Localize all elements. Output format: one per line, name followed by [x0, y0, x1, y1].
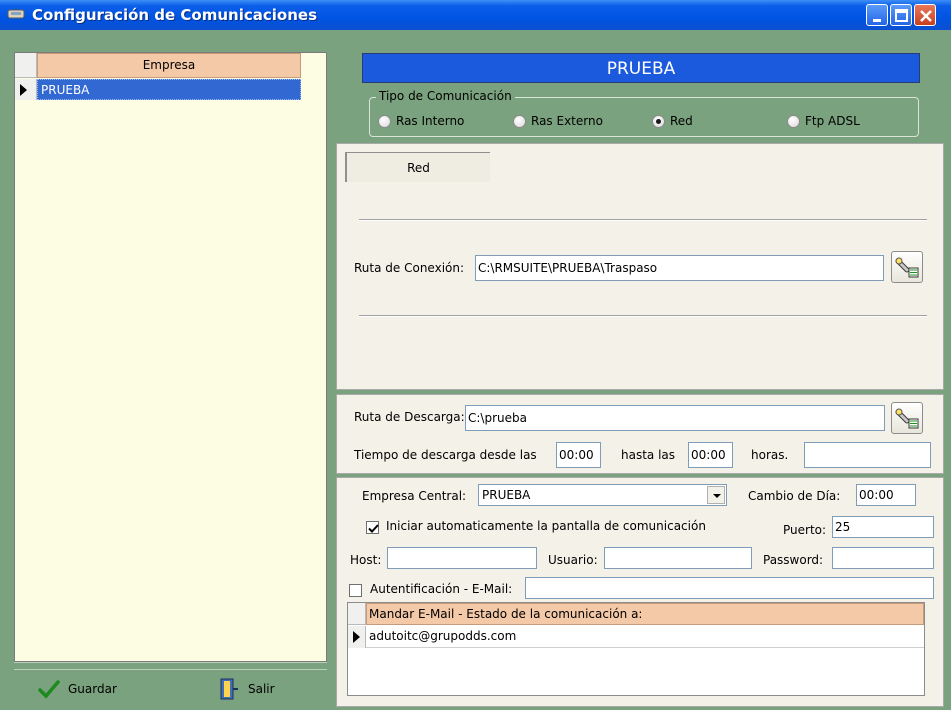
close-button[interactable] [914, 4, 936, 26]
maximize-icon [895, 9, 908, 22]
auth-email-label: Autentificación - E-Mail: [370, 582, 513, 596]
save-button-label: Guardar [68, 682, 117, 696]
radio-ftp-adsl[interactable]: Ftp ADSL [787, 114, 860, 128]
door-exit-icon [220, 678, 238, 700]
hours-label: horas. [751, 448, 789, 462]
tab-red[interactable]: Red [345, 152, 490, 182]
download-from-input[interactable]: 00:00 [556, 442, 601, 468]
row-indicator-header [15, 53, 37, 78]
browse-download-button[interactable] [891, 402, 923, 434]
host-label: Host: [350, 553, 382, 567]
checkmark-icon [38, 680, 60, 699]
table-row[interactable]: PRUEBA [15, 79, 326, 100]
company-banner: PRUEBA [362, 53, 920, 83]
password-input[interactable] [832, 547, 934, 569]
download-path-input[interactable]: C:\prueba [465, 405, 885, 431]
row-indicator-header [348, 603, 366, 625]
divider-top [359, 219, 927, 221]
browse-connection-button[interactable] [891, 251, 923, 283]
radio-ras-externo-indicator[interactable] [513, 114, 526, 128]
radio-ras-externo[interactable]: Ras Externo [513, 114, 603, 128]
radio-ras-externo-label: Ras Externo [531, 114, 603, 128]
radio-red[interactable]: Red [652, 114, 693, 128]
maximize-button[interactable] [890, 4, 912, 26]
central-company-value: PRUEBA [482, 488, 531, 502]
connection-path-label: Ruta de Conexión: [354, 261, 465, 275]
current-row-arrow-icon [353, 631, 360, 643]
divider-bottom [359, 315, 927, 317]
flashlight-search-icon [895, 257, 919, 278]
day-change-input[interactable]: 00:00 [856, 484, 916, 506]
column-header-email[interactable]: Mandar E-Mail - Estado de la comunicació… [366, 603, 924, 625]
minimize-icon [873, 19, 881, 22]
user-label: Usuario: [548, 553, 598, 567]
download-path-label: Ruta de Descarga: [354, 410, 465, 424]
minimize-button[interactable] [866, 4, 888, 26]
email-cell[interactable]: adutoitc@grupodds.com [366, 626, 924, 648]
company-cell[interactable]: PRUEBA [37, 79, 301, 100]
central-company-select[interactable]: PRUEBA [478, 484, 727, 506]
user-input[interactable] [604, 547, 752, 569]
download-until-label: hasta las [621, 448, 676, 462]
flashlight-search-icon [895, 408, 919, 429]
title-bar[interactable]: Configuración de Comunicaciones [0, 0, 951, 30]
row-indicator [348, 626, 366, 648]
exit-button[interactable]: Salir [218, 675, 275, 703]
email-grid-header: Mandar E-Mail - Estado de la comunicació… [348, 603, 924, 625]
port-input[interactable]: 25 [832, 516, 934, 538]
window-title: Configuración de Comunicaciones [32, 6, 317, 24]
radio-ftp-adsl-label: Ftp ADSL [805, 114, 860, 128]
main-window: Configuración de Comunicaciones Empresa … [0, 0, 951, 710]
chevron-down-icon[interactable] [707, 486, 725, 504]
central-company-label: Empresa Central: [362, 489, 467, 503]
row-indicator [15, 79, 37, 100]
communication-type-group: Tipo de Comunicación Ras Interno Ras Ext… [369, 89, 919, 137]
auth-email-input[interactable] [525, 577, 934, 599]
host-input[interactable] [387, 547, 537, 569]
checkmark-icon [368, 524, 379, 533]
auth-email-checkbox[interactable] [349, 584, 362, 597]
auto-start-checkbox[interactable] [366, 521, 379, 534]
hours-input[interactable] [804, 442, 931, 468]
email-panel: Empresa Central: PRUEBA Cambio de Día: 0… [336, 477, 944, 707]
communication-type-legend: Tipo de Comunicación [376, 89, 515, 103]
network-panel: Red Ruta de Conexión: C:\RMSUITE\PRUEBA\… [336, 143, 944, 390]
radio-ras-interno-indicator[interactable] [378, 114, 391, 128]
auto-start-label: Iniciar automaticamente la pantalla de c… [386, 519, 706, 533]
current-row-arrow-icon [20, 84, 27, 96]
download-time-label: Tiempo de descarga desde las [354, 448, 537, 462]
radio-ras-interno-label: Ras Interno [396, 114, 465, 128]
email-recipients-grid[interactable]: Mandar E-Mail - Estado de la comunicació… [347, 602, 925, 696]
radio-red-label: Red [670, 114, 693, 128]
port-label: Puerto: [783, 523, 827, 537]
column-header-empresa[interactable]: Empresa [37, 53, 301, 78]
app-icon [7, 7, 25, 21]
password-label: Password: [763, 553, 824, 567]
save-button[interactable]: Guardar [38, 675, 117, 703]
radio-ras-interno[interactable]: Ras Interno [378, 114, 464, 128]
close-icon [920, 10, 932, 22]
exit-button-label: Salir [248, 682, 275, 696]
download-panel: Ruta de Descarga: C:\prueba Tiempo de de… [336, 394, 944, 474]
company-grid[interactable]: Empresa PRUEBA [14, 52, 327, 662]
download-until-input[interactable]: 00:00 [688, 442, 733, 468]
left-footer: Guardar Salir [14, 671, 327, 707]
left-divider [14, 662, 327, 670]
table-row[interactable]: adutoitc@grupodds.com [348, 626, 924, 648]
radio-ftp-adsl-indicator[interactable] [787, 114, 800, 128]
company-grid-header: Empresa [15, 53, 326, 78]
connection-path-input[interactable]: C:\RMSUITE\PRUEBA\Traspaso [475, 255, 884, 281]
radio-red-indicator[interactable] [652, 114, 665, 128]
day-change-label: Cambio de Día: [748, 489, 841, 503]
